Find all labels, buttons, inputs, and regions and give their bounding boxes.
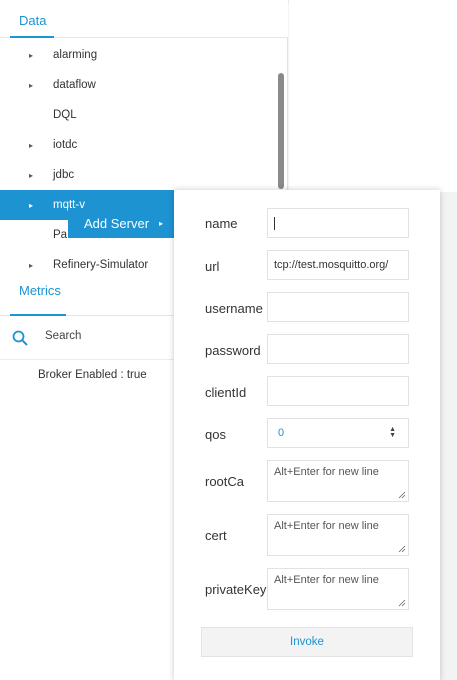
cert-placeholder: Alt+Enter for new line [274,520,379,532]
url-field[interactable]: tcp://test.mosquitto.org/ [267,250,409,280]
password-field[interactable] [267,334,409,364]
add-server-label: Add Server [84,215,150,231]
name-field[interactable] [267,208,409,238]
password-label: password [205,343,261,358]
tree-item-label: alarming [53,49,98,61]
rootca-placeholder: Alt+Enter for new line [274,466,379,478]
invoke-button[interactable]: Invoke [201,627,413,657]
username-label: username [205,301,263,316]
tree-item-label: iotdc [53,139,78,151]
expand-arrow-icon[interactable]: ▸ [29,51,39,60]
tree-item-label: DQL [53,109,77,121]
clientid-label: clientId [205,385,247,400]
tree-item-dataflow[interactable]: ▸ dataflow [0,70,288,100]
clientid-field[interactable] [267,376,409,406]
expand-arrow-icon[interactable]: ▸ [29,81,39,90]
rootca-label: rootCa [205,474,245,489]
cert-label: cert [205,528,227,543]
url-label: url [205,259,220,274]
privatekey-placeholder: Alt+Enter for new line [274,574,379,586]
tree-item-label: Pa [53,229,68,241]
select-arrows-icon: ▲ ▼ [389,426,396,439]
expand-arrow-icon[interactable]: ▸ [29,141,39,150]
tree-item-label: dataflow [53,79,96,91]
tree-item-label: Refinery-Simulator [53,259,149,271]
tree-scrollbar[interactable] [278,73,284,189]
search-icon[interactable] [12,330,28,346]
add-server-menu-item[interactable]: Add Server ▸ [68,208,176,238]
data-tab-header: Data [0,0,288,38]
tab-data[interactable]: Data [19,13,46,28]
metrics-tab-underline [10,314,66,316]
name-label: name [205,216,238,231]
tab-metrics[interactable]: Metrics [19,283,61,298]
qos-label: qos [205,427,226,442]
qos-value: 0 [278,427,285,439]
privatekey-textarea[interactable]: Alt+Enter for new line [267,568,409,610]
username-field[interactable] [267,292,409,322]
add-server-dialog: name url tcp://test.mosquitto.org/ usern… [174,190,440,680]
data-tab-underline [10,36,54,38]
submenu-arrow-icon: ▸ [159,218,164,228]
privatekey-label: privateKey [205,582,267,597]
resize-grip-icon[interactable] [398,491,406,499]
expand-arrow-icon[interactable]: ▸ [29,261,39,270]
resize-grip-icon[interactable] [398,599,406,607]
broker-status: Broker Enabled : true [38,369,147,381]
resize-grip-icon[interactable] [398,545,406,553]
tree-item-label: jdbc [53,169,75,181]
cert-textarea[interactable]: Alt+Enter for new line [267,514,409,556]
qos-select[interactable]: 0 ▲ ▼ [267,418,409,448]
expand-arrow-icon[interactable]: ▸ [29,171,39,180]
tree-item-alarming[interactable]: ▸ alarming [0,40,288,70]
right-empty-area [289,0,457,192]
search-input[interactable]: Search [45,330,81,342]
rootca-textarea[interactable]: Alt+Enter for new line [267,460,409,502]
tree-item-jdbc[interactable]: ▸ jdbc [0,160,288,190]
tree-item-iotdc[interactable]: ▸ iotdc [0,130,288,160]
expand-arrow-icon[interactable]: ▸ [29,201,39,210]
tree-item-dql[interactable]: DQL [0,100,288,130]
